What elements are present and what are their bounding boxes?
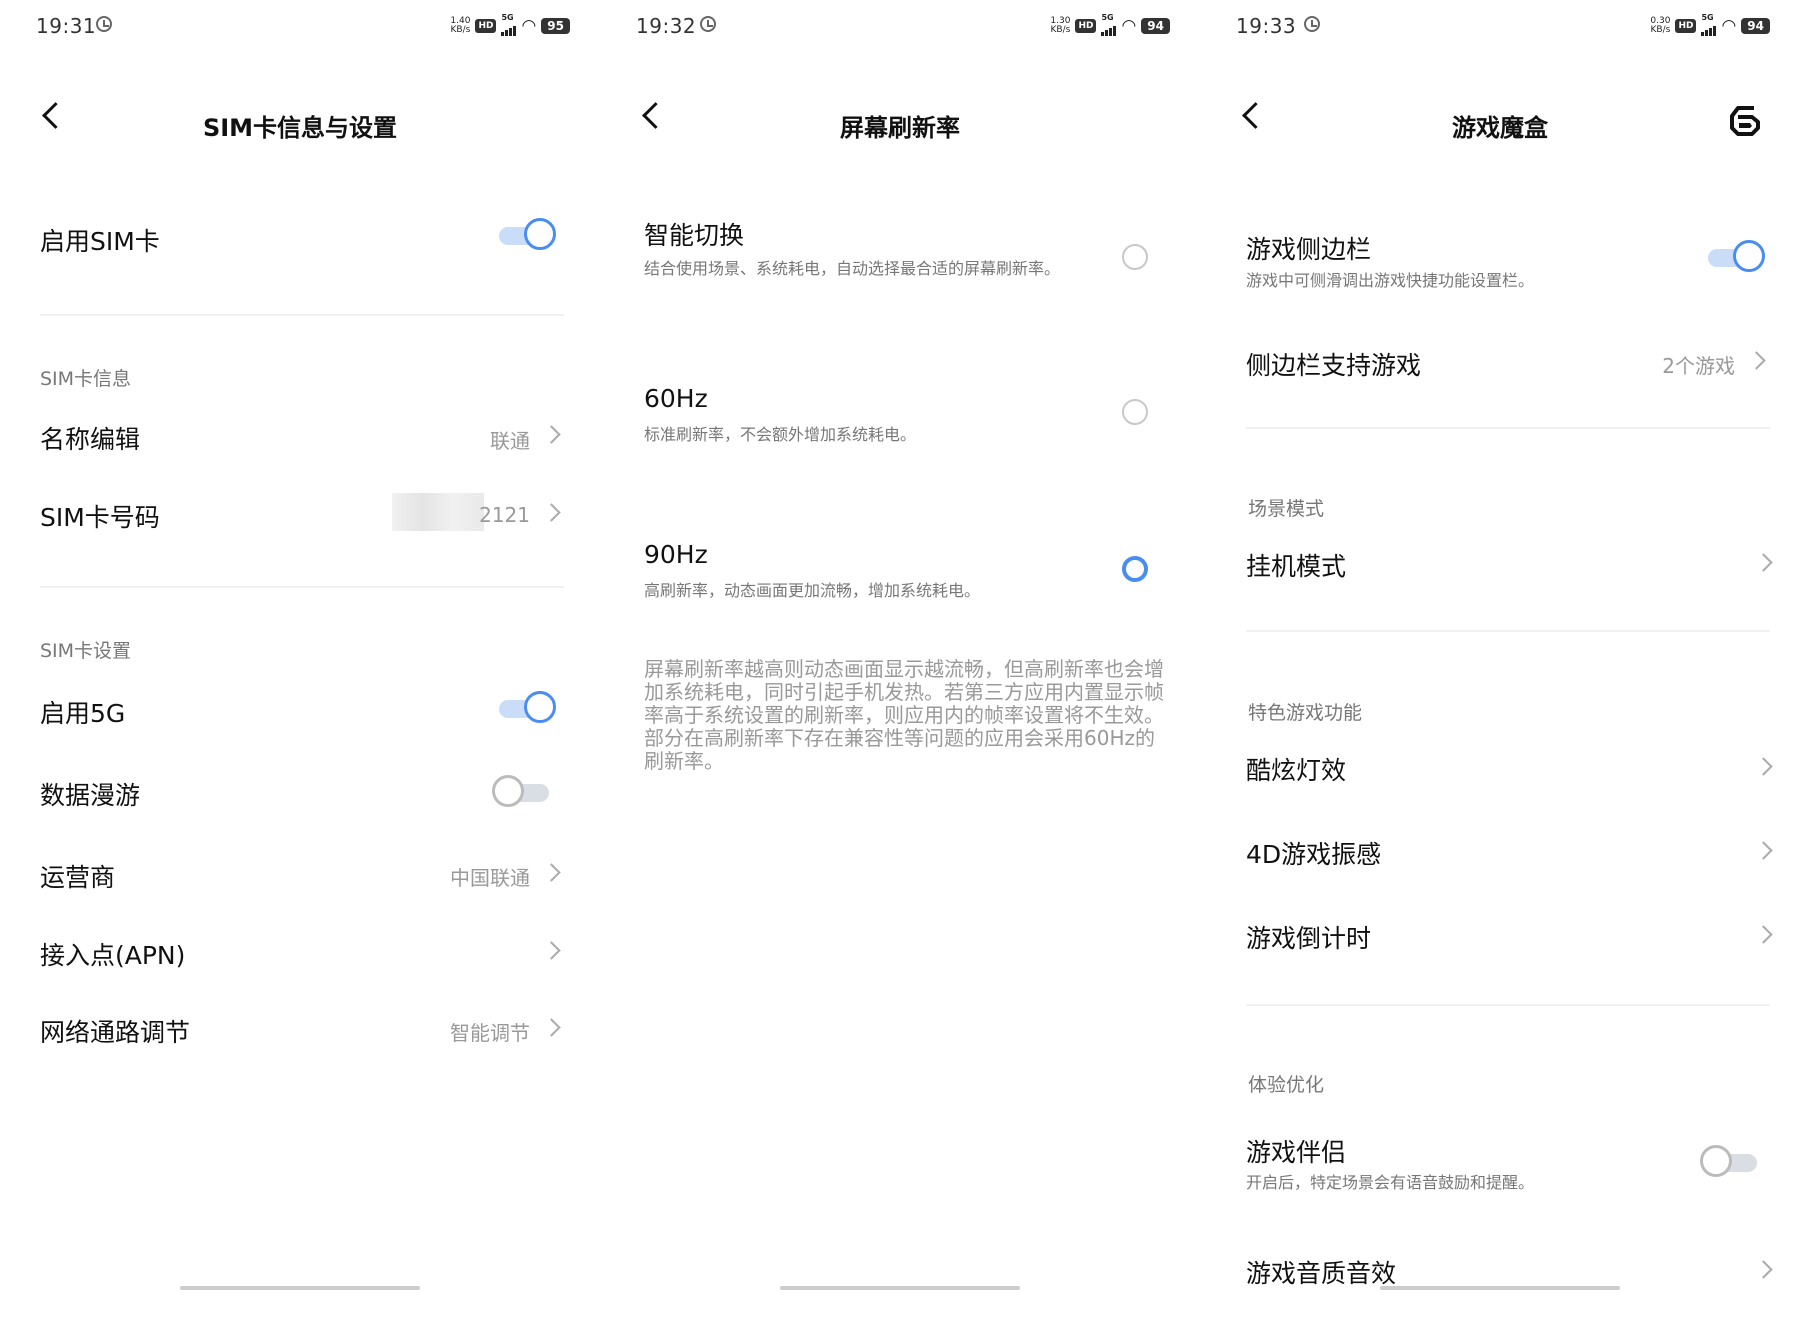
chevron-right-icon bbox=[542, 425, 561, 444]
sidebar-toggle[interactable] bbox=[1705, 239, 1765, 277]
network-value: 智能调节 bbox=[450, 1021, 530, 1045]
home-indicator[interactable] bbox=[180, 1286, 420, 1290]
countdown-label[interactable]: 游戏倒计时 bbox=[1246, 919, 1371, 955]
signal-icon: 5G bbox=[1701, 13, 1717, 36]
alarm-icon bbox=[96, 16, 112, 32]
divider bbox=[1246, 1004, 1770, 1006]
screens-container: 19:31 1.40 KB/s HD 5G ◠ 95 SIM卡信息与设置 启用SI… bbox=[0, 0, 1800, 1320]
companion-label: 游戏伴侣 bbox=[1246, 1138, 1347, 1167]
status-icons: 1.40 KB/s HD 5G ◠ 95 bbox=[450, 13, 570, 36]
enable-5g-toggle[interactable] bbox=[496, 690, 556, 728]
status-time: 19:31 bbox=[36, 14, 97, 38]
section-scene: 场景模式 bbox=[1248, 498, 1325, 520]
option-60hz-radio[interactable] bbox=[1122, 399, 1148, 425]
hd-icon: HD bbox=[1675, 19, 1697, 33]
wifi-icon: ◠ bbox=[1121, 15, 1137, 36]
sidebar-games-value: 2个游戏 bbox=[1662, 354, 1735, 378]
alarm-icon bbox=[1304, 16, 1320, 32]
battery-icon: 94 bbox=[1741, 18, 1770, 34]
section-features: 特色游戏功能 bbox=[1248, 702, 1363, 724]
game-box-logo-icon[interactable] bbox=[1728, 104, 1762, 138]
sidebar-games-label[interactable]: 侧边栏支持游戏 bbox=[1246, 346, 1421, 382]
enable-5g-label: 启用5G bbox=[40, 699, 126, 728]
hd-icon: HD bbox=[475, 19, 497, 33]
audio-label[interactable]: 游戏音质音效 bbox=[1246, 1254, 1396, 1290]
option-60hz-desc: 标准刷新率，不会额外增加系统耗电。 bbox=[644, 425, 917, 444]
apn-label[interactable]: 接入点(APN) bbox=[40, 936, 185, 972]
lights-label[interactable]: 酷炫灯效 bbox=[1246, 751, 1346, 787]
page-title: 屏幕刷新率 bbox=[840, 114, 960, 142]
section-sim-settings: SIM卡设置 bbox=[40, 640, 132, 662]
wifi-icon: ◠ bbox=[1721, 15, 1737, 36]
vibration-label[interactable]: 4D游戏振感 bbox=[1246, 835, 1381, 871]
home-indicator[interactable] bbox=[780, 1286, 1020, 1290]
page-title: SIM卡信息与设置 bbox=[202, 114, 398, 142]
option-90hz-desc: 高刷新率，动态画面更加流畅，增加系统耗电。 bbox=[644, 581, 981, 600]
refresh-rate-note: 屏幕刷新率越高则动态画面显示越流畅，但高刷新率也会增加系统耗电，同时引起手机发热… bbox=[644, 657, 1164, 773]
divider bbox=[1246, 427, 1770, 429]
wifi-icon: ◠ bbox=[521, 15, 537, 36]
chevron-right-icon bbox=[542, 941, 561, 960]
divider bbox=[40, 314, 564, 316]
option-smart-label[interactable]: 智能切换 bbox=[644, 216, 744, 252]
divider bbox=[40, 586, 564, 588]
afk-mode-label[interactable]: 挂机模式 bbox=[1246, 547, 1346, 583]
refresh-rate-screen: 19:32 1.30 KB/s HD 5G ◠ 94 屏幕刷新率 智能切换 结合使… bbox=[600, 0, 1200, 1320]
battery-icon: 94 bbox=[1141, 18, 1170, 34]
chevron-right-icon bbox=[1754, 553, 1773, 572]
option-smart-radio[interactable] bbox=[1122, 244, 1148, 270]
game-box-screen: 19:33 0.30 KB/s HD 5G ◠ 94 游戏魔盒 游戏侧边栏 游戏中… bbox=[1200, 0, 1800, 1320]
net-speed: 0.30 KB/s bbox=[1650, 16, 1671, 35]
signal-icon: 5G bbox=[1101, 13, 1117, 36]
sim-settings-screen: 19:31 1.40 KB/s HD 5G ◠ 95 SIM卡信息与设置 启用SI… bbox=[0, 0, 600, 1320]
divider bbox=[1246, 630, 1770, 632]
battery-icon: 95 bbox=[541, 18, 570, 34]
companion-desc: 开启后，特定场景会有语音鼓励和提醒。 bbox=[1246, 1173, 1535, 1192]
sim-number-label[interactable]: SIM卡号码 bbox=[40, 498, 160, 534]
alarm-icon bbox=[700, 16, 716, 32]
carrier-label[interactable]: 运营商 bbox=[40, 858, 115, 894]
option-smart-desc: 结合使用场景、系统耗电，自动选择最合适的屏幕刷新率。 bbox=[644, 259, 1061, 278]
chevron-right-icon bbox=[1754, 841, 1773, 860]
enable-sim-label: 启用SIM卡 bbox=[40, 227, 160, 256]
section-sim-info: SIM卡信息 bbox=[40, 368, 132, 390]
chevron-right-icon bbox=[542, 503, 561, 522]
net-speed: 1.40 KB/s bbox=[450, 16, 471, 35]
option-90hz-label[interactable]: 90Hz bbox=[644, 540, 708, 569]
name-edit-value: 联通 bbox=[490, 429, 530, 453]
chevron-right-icon bbox=[1754, 1260, 1773, 1279]
chevron-right-icon bbox=[1747, 351, 1766, 370]
carrier-value: 中国联通 bbox=[450, 866, 530, 890]
signal-icon: 5G bbox=[501, 13, 517, 36]
chevron-right-icon bbox=[542, 1018, 561, 1037]
sidebar-label: 游戏侧边栏 bbox=[1246, 235, 1372, 264]
sim-number-value: 2121 bbox=[479, 503, 530, 527]
home-indicator[interactable] bbox=[1380, 1286, 1620, 1290]
network-label[interactable]: 网络通路调节 bbox=[40, 1013, 190, 1049]
hd-icon: HD bbox=[1075, 19, 1097, 33]
status-icons: 0.30 KB/s HD 5G ◠ 94 bbox=[1650, 13, 1770, 36]
section-experience: 体验优化 bbox=[1248, 1074, 1325, 1096]
roaming-label: 数据漫游 bbox=[40, 781, 141, 810]
status-icons: 1.30 KB/s HD 5G ◠ 94 bbox=[1050, 13, 1170, 36]
chevron-right-icon bbox=[542, 863, 561, 882]
option-60hz-label[interactable]: 60Hz bbox=[644, 384, 708, 413]
companion-toggle[interactable] bbox=[1700, 1144, 1760, 1182]
chevron-right-icon bbox=[1754, 757, 1773, 776]
status-time: 19:33 bbox=[1236, 14, 1297, 38]
status-time: 19:32 bbox=[636, 14, 697, 38]
roaming-toggle[interactable] bbox=[492, 774, 552, 812]
name-edit-label[interactable]: 名称编辑 bbox=[40, 420, 140, 456]
sidebar-desc: 游戏中可侧滑调出游戏快捷功能设置栏。 bbox=[1246, 271, 1535, 290]
redacted-number bbox=[392, 493, 484, 531]
page-title: 游戏魔盒 bbox=[1452, 114, 1548, 142]
enable-sim-toggle[interactable] bbox=[496, 217, 556, 255]
net-speed: 1.30 KB/s bbox=[1050, 16, 1071, 35]
chevron-right-icon bbox=[1754, 925, 1773, 944]
option-90hz-radio[interactable] bbox=[1122, 556, 1148, 582]
